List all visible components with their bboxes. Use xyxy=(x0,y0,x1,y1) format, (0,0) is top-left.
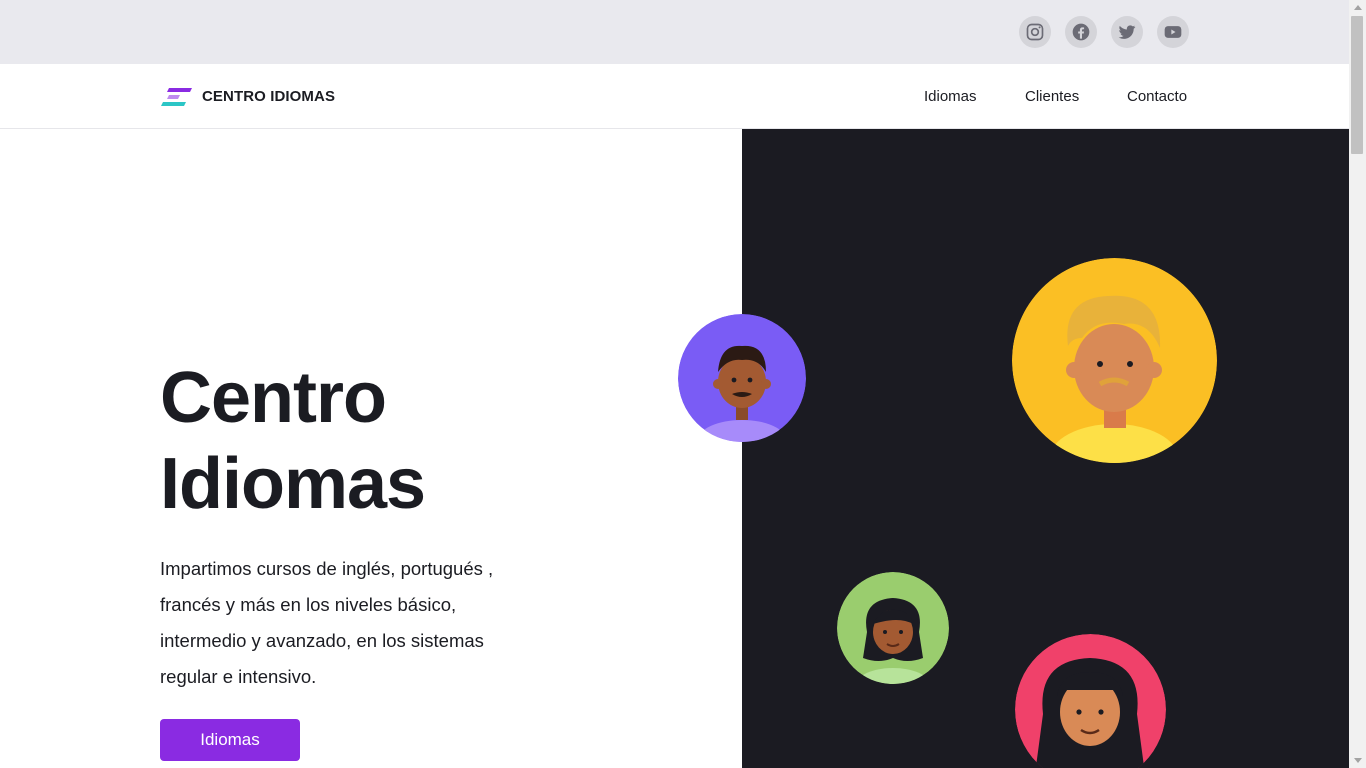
scroll-thumb[interactable] xyxy=(1351,16,1363,154)
scroll-down-arrow-icon[interactable] xyxy=(1349,754,1366,768)
nav-link-idiomas[interactable]: Idiomas xyxy=(924,88,977,105)
avatar-yellow xyxy=(1012,258,1217,463)
instagram-icon[interactable] xyxy=(1019,16,1051,48)
nav-link-contacto[interactable]: Contacto xyxy=(1127,88,1187,105)
avatar-purple xyxy=(678,314,806,442)
hero-description: Impartimos cursos de inglés, portugués ,… xyxy=(160,558,494,687)
brand-name[interactable]: CENTRO IDIOMAS xyxy=(202,88,335,105)
hero-title: Centro Idiomas xyxy=(160,355,426,527)
nav-link-clientes[interactable]: Clientes xyxy=(1025,88,1079,105)
facebook-icon[interactable] xyxy=(1065,16,1097,48)
top-bar xyxy=(0,0,1349,64)
twitter-icon[interactable] xyxy=(1111,16,1143,48)
page-scrollbar[interactable] xyxy=(1349,0,1366,768)
youtube-icon[interactable] xyxy=(1157,16,1189,48)
hero-title-line2: Idiomas xyxy=(160,444,426,524)
idiomas-cta-button[interactable]: Idiomas xyxy=(160,719,300,761)
hero-title-line1: Centro xyxy=(160,358,387,438)
avatar-green xyxy=(837,572,949,684)
navbar: CENTRO IDIOMAS Idiomas Clientes Contacto xyxy=(0,64,1349,129)
scroll-up-arrow-icon[interactable] xyxy=(1349,0,1366,14)
logo-icon[interactable] xyxy=(160,86,194,108)
